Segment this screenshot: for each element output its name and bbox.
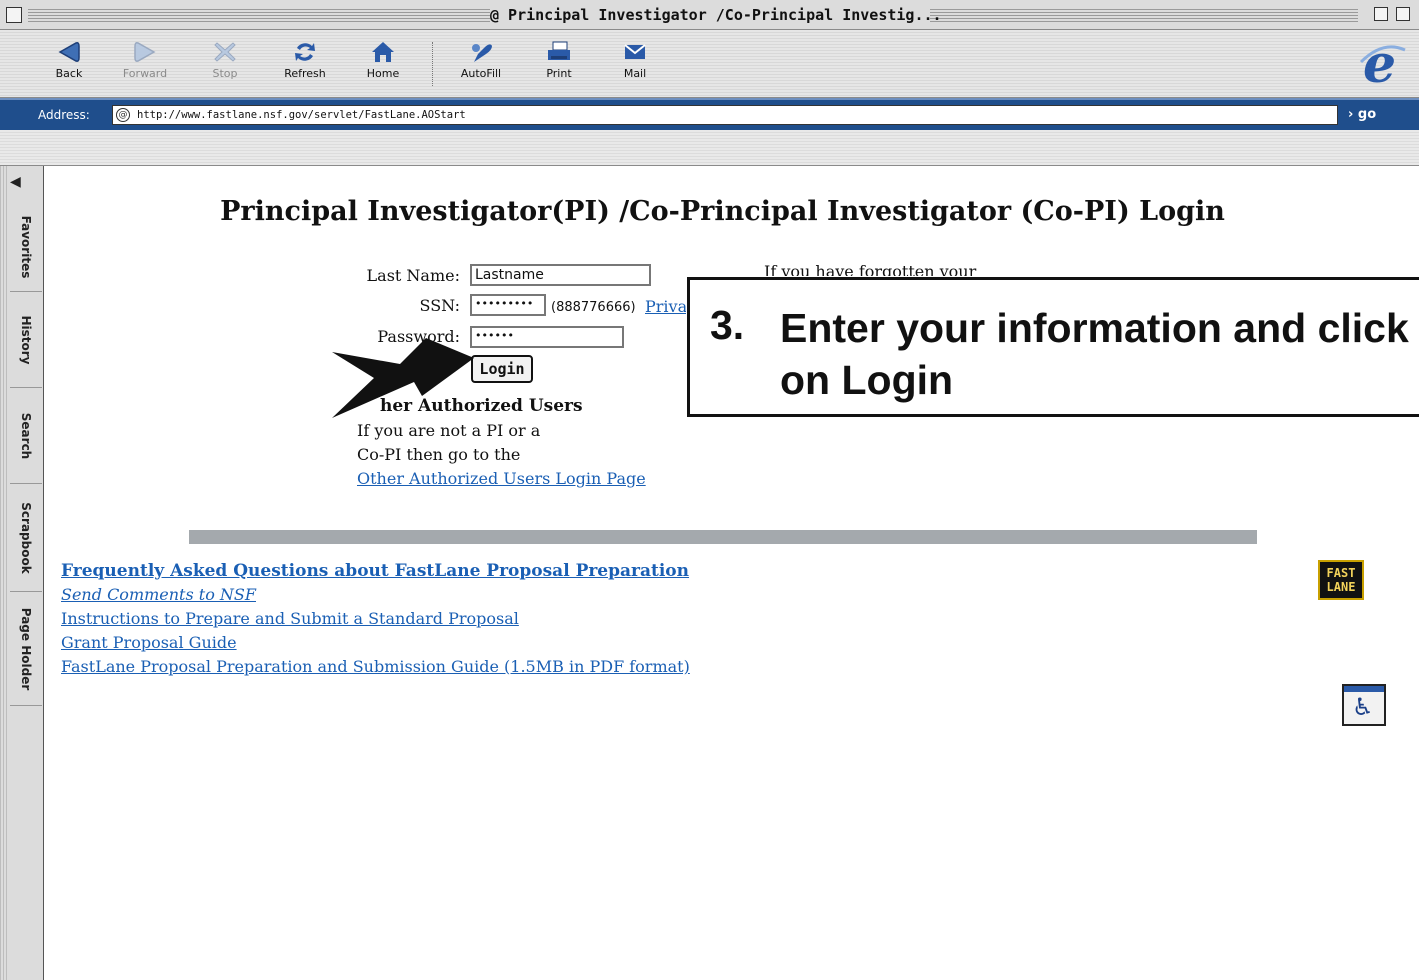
accessibility-button[interactable]: ♿ — [1342, 684, 1386, 726]
sidebar-tab-label: Search — [19, 412, 33, 459]
instruction-callout: 3. Enter your information and click on L… — [687, 277, 1419, 417]
ssn-input[interactable]: ••••••••• — [470, 294, 546, 316]
page-content: Principal Investigator(PI) /Co-Principal… — [44, 166, 1419, 980]
other-users-login-link[interactable]: Other Authorized Users Login Page — [357, 469, 646, 488]
go-button[interactable]: › go — [1348, 107, 1376, 122]
mail-icon — [624, 44, 646, 59]
back-arrow-icon — [58, 42, 80, 62]
zoom-box[interactable] — [1374, 7, 1388, 21]
refresh-button[interactable]: Refresh — [270, 34, 340, 94]
forward-label: Forward — [122, 67, 168, 80]
send-comments-link[interactable]: Send Comments to NSF — [61, 585, 256, 604]
explorer-sidebar: ◀ Favorites History Search Scrapbook Pag… — [0, 166, 44, 980]
autofill-label: AutoFill — [460, 67, 502, 80]
close-box[interactable] — [6, 7, 22, 23]
printer-icon — [548, 41, 570, 60]
other-users-line-1: If you are not a PI or a — [357, 421, 541, 440]
sidebar-tab-favorites[interactable]: Favorites — [10, 202, 42, 292]
sidebar-tab-label: Favorites — [19, 215, 33, 278]
mail-button[interactable]: Mail — [600, 34, 670, 94]
stop-x-icon — [214, 42, 236, 62]
browser-toolbar: Back Forward Stop Refresh Home AutoFill … — [0, 30, 1419, 98]
sidebar-grip[interactable] — [0, 166, 8, 980]
sidebar-tab-history[interactable]: History — [10, 292, 42, 388]
stop-button[interactable]: Stop — [190, 34, 260, 94]
privacy-link[interactable]: Priva — [645, 297, 687, 316]
back-button[interactable]: Back — [34, 34, 104, 94]
login-button[interactable]: Login — [471, 355, 533, 383]
pointer-arrow-icon — [332, 338, 474, 418]
other-users-line-2: Co-PI then go to the — [357, 445, 521, 464]
sidebar-tab-page-holder[interactable]: Page Holder — [10, 592, 42, 706]
print-button[interactable]: Print — [524, 34, 594, 94]
address-bar: Address: @ http://www.fastlane.nsf.gov/s… — [0, 98, 1419, 130]
forward-arrow-icon — [134, 42, 156, 62]
refresh-label: Refresh — [284, 67, 326, 80]
wheelchair-icon: ♿ — [1352, 693, 1374, 721]
horizontal-rule — [189, 530, 1257, 544]
address-input[interactable]: @ http://www.fastlane.nsf.gov/servlet/Fa… — [112, 105, 1338, 125]
instructions-link[interactable]: Instructions to Prepare and Submit a Sta… — [61, 609, 519, 628]
sidebar-tab-scrapbook[interactable]: Scrapbook — [10, 484, 42, 592]
fastlane-logo-line-2: LANE — [1326, 580, 1356, 594]
home-label: Home — [366, 67, 400, 80]
print-label: Print — [546, 67, 572, 80]
callout-text: Enter your information and click on Logi… — [780, 305, 1409, 403]
sidebar-tab-label: Scrapbook — [19, 501, 33, 574]
mail-label: Mail — [623, 67, 647, 80]
address-url: http://www.fastlane.nsf.gov/servlet/Fast… — [137, 109, 466, 121]
svg-text:e: e — [1363, 36, 1396, 88]
submission-guide-link[interactable]: FastLane Proposal Preparation and Submis… — [61, 657, 690, 676]
refresh-icon — [295, 43, 315, 61]
autofill-icon — [472, 44, 492, 62]
accessibility-icon-titlebar — [1344, 686, 1384, 692]
faq-link[interactable]: Frequently Asked Questions about FastLan… — [61, 561, 689, 581]
stop-label: Stop — [212, 67, 238, 80]
ssn-label: SSN: — [419, 296, 460, 315]
window-title: @ Principal Investigator /Co-Principal I… — [490, 6, 942, 24]
collapse-box[interactable] — [1396, 7, 1410, 21]
window-title-bar[interactable]: @ Principal Investigator /Co-Principal I… — [0, 0, 1419, 30]
last-name-label: Last Name: — [366, 266, 460, 285]
toolbar-separator — [432, 42, 435, 86]
at-sign-icon: @ — [116, 108, 130, 122]
sidebar-toggle-icon[interactable]: ◀ — [10, 174, 21, 190]
sidebar-tab-label: History — [19, 314, 33, 365]
sidebar-tab-label: Page Holder — [19, 607, 33, 690]
address-label: Address: — [38, 108, 90, 122]
back-label: Back — [55, 67, 83, 80]
autofill-button[interactable]: AutoFill — [446, 34, 516, 94]
callout-step-number: 3. — [710, 302, 745, 348]
home-button[interactable]: Home — [348, 34, 418, 94]
last-name-input[interactable]: Lastname — [470, 264, 651, 286]
internet-explorer-logo: e — [1359, 34, 1407, 95]
home-icon — [372, 42, 394, 62]
button-bar — [0, 130, 1419, 166]
page-title: Principal Investigator(PI) /Co-Principal… — [220, 196, 1225, 227]
sidebar-tab-search[interactable]: Search — [10, 388, 42, 484]
ssn-format-hint: (888776666) — [551, 300, 636, 315]
forward-button[interactable]: Forward — [110, 34, 180, 94]
fastlane-logo-line-1: FAST — [1326, 566, 1356, 580]
password-input[interactable]: •••••• — [470, 326, 624, 348]
grant-proposal-guide-link[interactable]: Grant Proposal Guide — [61, 633, 237, 652]
fastlane-logo[interactable]: FAST LANE — [1318, 560, 1364, 600]
go-label: go — [1357, 107, 1377, 122]
